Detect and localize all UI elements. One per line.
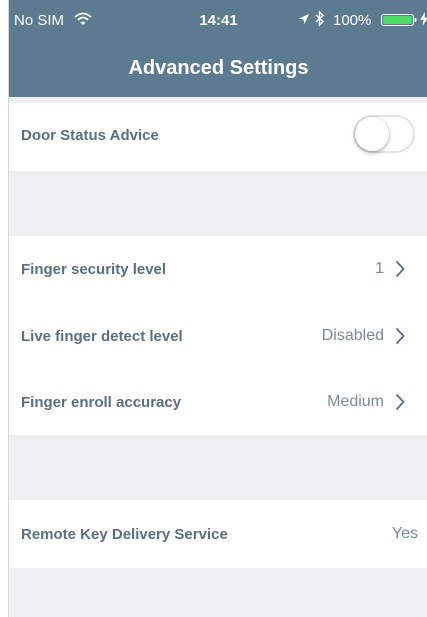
battery-percentage: 100% bbox=[333, 12, 372, 29]
live-finger-label: Live finger detect level bbox=[21, 328, 183, 345]
toggle-knob bbox=[355, 117, 389, 151]
finger-security-row[interactable]: Finger security level 1 bbox=[9, 236, 427, 302]
finger-enroll-row[interactable]: Finger enroll accuracy Medium bbox=[9, 370, 427, 435]
door-status-label: Door Status Advice bbox=[21, 127, 159, 144]
page-title: Advanced Settings bbox=[128, 57, 309, 79]
remote-key-row: Remote Key Delivery Service Yes bbox=[9, 500, 427, 568]
live-finger-row[interactable]: Live finger detect level Disabled bbox=[9, 302, 427, 370]
door-status-toggle[interactable] bbox=[353, 115, 415, 153]
charging-bolt-icon bbox=[420, 12, 427, 26]
chevron-right-icon bbox=[395, 260, 405, 278]
bluetooth-icon bbox=[315, 11, 325, 26]
door-status-row: Door Status Advice bbox=[9, 103, 427, 171]
finger-enroll-value: Medium bbox=[327, 393, 384, 410]
remote-key-value: Yes bbox=[391, 525, 418, 542]
finger-security-value: 1 bbox=[375, 260, 384, 277]
live-finger-value: Disabled bbox=[321, 327, 384, 344]
battery-icon bbox=[381, 14, 417, 26]
chevron-right-icon bbox=[395, 393, 405, 411]
status-bar: No SIM 14:41 100% bbox=[9, 0, 427, 40]
finger-security-label: Finger security level bbox=[21, 261, 167, 278]
screen: No SIM 14:41 100% Advanced Settings Door… bbox=[8, 0, 427, 617]
navigation-header: No SIM 14:41 100% Advanced Settings bbox=[9, 0, 427, 97]
location-arrow-icon bbox=[299, 14, 309, 24]
remote-key-label: Remote Key Delivery Service bbox=[21, 526, 228, 543]
chevron-right-icon bbox=[395, 327, 405, 345]
finger-enroll-label: Finger enroll accuracy bbox=[21, 394, 182, 411]
